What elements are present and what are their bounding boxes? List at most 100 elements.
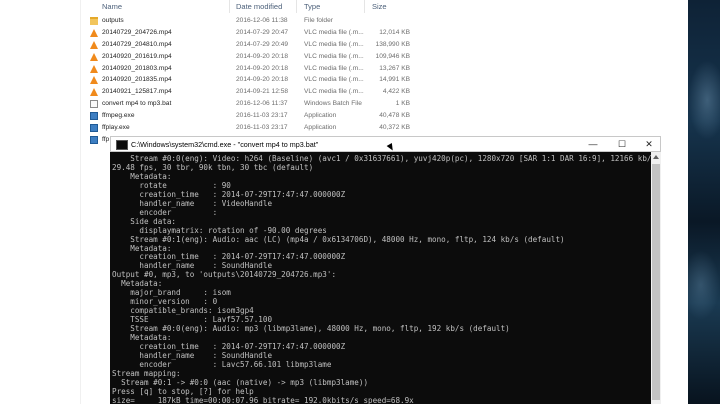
- file-row[interactable]: 20140921_125817.mp4 2014-09-21 12:58 VLC m…: [88, 86, 688, 98]
- file-name: 20140920_201835.mp4: [102, 76, 172, 84]
- file-name: 20140921_125817.mp4: [102, 88, 172, 96]
- file-type: Application: [304, 112, 337, 120]
- console-line: rotate : 90: [112, 180, 231, 190]
- console-line: size= 187kB time=00:00:07.96 bitrate= 19…: [112, 395, 414, 404]
- exe-icon: [90, 135, 98, 144]
- file-name: ffp: [102, 135, 110, 143]
- file-date-modified: 2016-12-06 11:37: [236, 100, 288, 108]
- file-row[interactable]: ffplay.exe 2016-11-03 23:17 Application 40,…: [88, 122, 688, 134]
- file-row[interactable]: ffmpeg.exe 2016-11-03 23:17 Application 40,…: [88, 110, 688, 122]
- navigation-pane[interactable]: [0, 0, 81, 404]
- column-divider[interactable]: [229, 0, 230, 13]
- console-line: displaymatrix: rotation of -90.00 degree…: [112, 225, 327, 235]
- column-type[interactable]: Type: [304, 2, 320, 11]
- vlc-icon: [90, 28, 98, 37]
- file-name: outputs: [102, 17, 124, 24]
- console-line: encoder : Lavc57.66.101 libmp3lame: [112, 359, 332, 369]
- minimize-button[interactable]: —: [580, 137, 606, 151]
- file-row[interactable]: 20140920_201619.mp4 2014-09-20 20:18 VLC m…: [88, 51, 688, 63]
- file-type: Application: [304, 124, 337, 132]
- console-line: Stream #0:1(eng): Audio: aac (LC) (mp4a …: [112, 234, 565, 244]
- file-row[interactable]: 20140920_201835.mp4 2014-09-20 20:18 VLC m…: [88, 74, 688, 86]
- console-line: creation_time : 2014-07-29T17:47:47.0000…: [112, 189, 346, 199]
- cmd-title-bar[interactable]: C:\Windows\system32\cmd.exe - "convert m…: [110, 136, 661, 152]
- column-name[interactable]: Name: [102, 2, 122, 11]
- file-date-modified: 2016-12-06 11:38: [236, 17, 288, 24]
- scrollbar-thumb[interactable]: [652, 164, 660, 400]
- command-prompt-window: C:\Windows\system32\cmd.exe - "convert m…: [110, 136, 661, 404]
- cmd-app-icon: [116, 140, 128, 150]
- file-row[interactable]: convert mp4 to mp3.bat 2016-12-06 11:37 Wi…: [88, 98, 688, 110]
- file-date-modified: 2016-11-03 23:17: [236, 124, 288, 132]
- folder-icon: [90, 17, 98, 25]
- console-line: Output #0, mp3, to 'outputs\20140729_204…: [112, 270, 337, 280]
- desktop-wallpaper: [688, 0, 720, 404]
- console-line: Side data:: [112, 216, 177, 226]
- file-list: outputs 2016-12-06 11:38 File folder 201407…: [88, 15, 688, 146]
- file-row[interactable]: 20140920_201803.mp4 2014-09-20 20:18 VLC m…: [88, 63, 688, 75]
- column-divider[interactable]: [364, 0, 365, 13]
- file-date-modified: 2014-09-20 20:18: [236, 76, 289, 84]
- file-size: 40,372 KB: [379, 124, 410, 132]
- file-name: ffmpeg.exe: [102, 112, 135, 120]
- console-line: TSSE : Lavf57.57.100: [112, 315, 273, 325]
- exe-icon: [90, 124, 98, 133]
- scroll-up-arrow-icon[interactable]: [653, 155, 659, 159]
- vlc-icon: [90, 64, 98, 73]
- file-name: 20140729_204726.mp4: [102, 28, 172, 36]
- vlc-icon: [90, 40, 98, 49]
- vlc-icon: [90, 88, 98, 97]
- console-line: handler_name : VideoHandle: [112, 198, 273, 208]
- console-line: minor_version : 0: [112, 297, 218, 307]
- console-line: compatible_brands: isom3gp4: [112, 306, 254, 316]
- console-line: Metadata:: [112, 171, 172, 181]
- column-divider[interactable]: [296, 0, 297, 13]
- console-line: creation_time : 2014-07-29T17:47:47.0000…: [112, 252, 346, 262]
- file-row[interactable]: outputs 2016-12-06 11:38 File folder: [88, 15, 688, 27]
- file-row[interactable]: 20140729_204726.mp4 2014-07-29 20:47 VLC m…: [88, 27, 688, 39]
- file-date-modified: 2014-07-29 20:47: [236, 28, 289, 36]
- console-line: Metadata:: [112, 333, 172, 342]
- file-size: 14,991 KB: [379, 76, 410, 84]
- console-line: Metadata:: [112, 279, 163, 289]
- close-button[interactable]: ✕: [636, 137, 662, 151]
- console-line: creation_time : 2014-07-29T17:47:47.0000…: [112, 341, 346, 351]
- file-row[interactable]: 20140729_204810.mp4 2014-07-29 20:49 VLC m…: [88, 39, 688, 51]
- bat-icon: [90, 100, 98, 109]
- file-size: 13,267 KB: [379, 64, 410, 72]
- vertical-scrollbar[interactable]: [651, 152, 661, 404]
- file-size: 138,990 KB: [375, 40, 410, 48]
- console-line: Press [q] to stop, [?] for help: [112, 386, 254, 396]
- console-line: Stream mapping:: [112, 368, 181, 378]
- file-date-modified: 2014-09-21 12:58: [236, 88, 289, 96]
- file-date-modified: 2014-09-20 20:18: [236, 64, 289, 72]
- column-size[interactable]: Size: [372, 2, 387, 11]
- console-line: handler_name : SoundHandle: [112, 350, 273, 360]
- file-size: 4,422 KB: [382, 88, 410, 96]
- maximize-button[interactable]: ☐: [609, 137, 635, 151]
- file-name: 20140920_201803.mp4: [102, 64, 172, 72]
- file-size: 109,946 KB: [375, 52, 410, 60]
- cmd-title: C:\Windows\system32\cmd.exe - "convert m…: [131, 140, 319, 149]
- console-line: Metadata:: [112, 243, 172, 253]
- file-size: 40,478 KB: [379, 112, 410, 120]
- console-line: encoder :: [112, 207, 218, 217]
- file-size: 1 KB: [395, 100, 410, 108]
- vlc-icon: [90, 52, 98, 61]
- console-line: Stream #0:0(eng): Video: h264 (Baseline)…: [112, 154, 651, 163]
- file-date-modified: 2016-11-03 23:17: [236, 112, 288, 120]
- file-date-modified: 2014-07-29 20:49: [236, 40, 289, 48]
- column-header-row: Name Date modified Type Size: [88, 0, 688, 13]
- console-line: 29.48 fps, 30 tbr, 90k tbn, 30 tbc (defa…: [112, 162, 314, 172]
- console-line: handler_name : SoundHandle: [112, 261, 273, 271]
- file-name: 20140729_204810.mp4: [102, 40, 172, 48]
- console-output[interactable]: Stream #0:0(eng): Video: h264 (Baseline)…: [110, 152, 651, 404]
- file-name: convert mp4 to mp3.bat: [102, 100, 172, 108]
- file-date-modified: 2014-09-20 20:18: [236, 52, 289, 60]
- console-line: Stream #0:1 -> #0:0 (aac (native) -> mp3…: [112, 377, 369, 387]
- file-name: ffplay.exe: [102, 124, 130, 132]
- file-name: 20140920_201619.mp4: [102, 52, 172, 60]
- column-date-modified[interactable]: Date modified: [236, 2, 282, 11]
- vlc-icon: [90, 76, 98, 85]
- console-line: Stream #0:0(eng): Audio: mp3 (libmp3lame…: [112, 324, 510, 334]
